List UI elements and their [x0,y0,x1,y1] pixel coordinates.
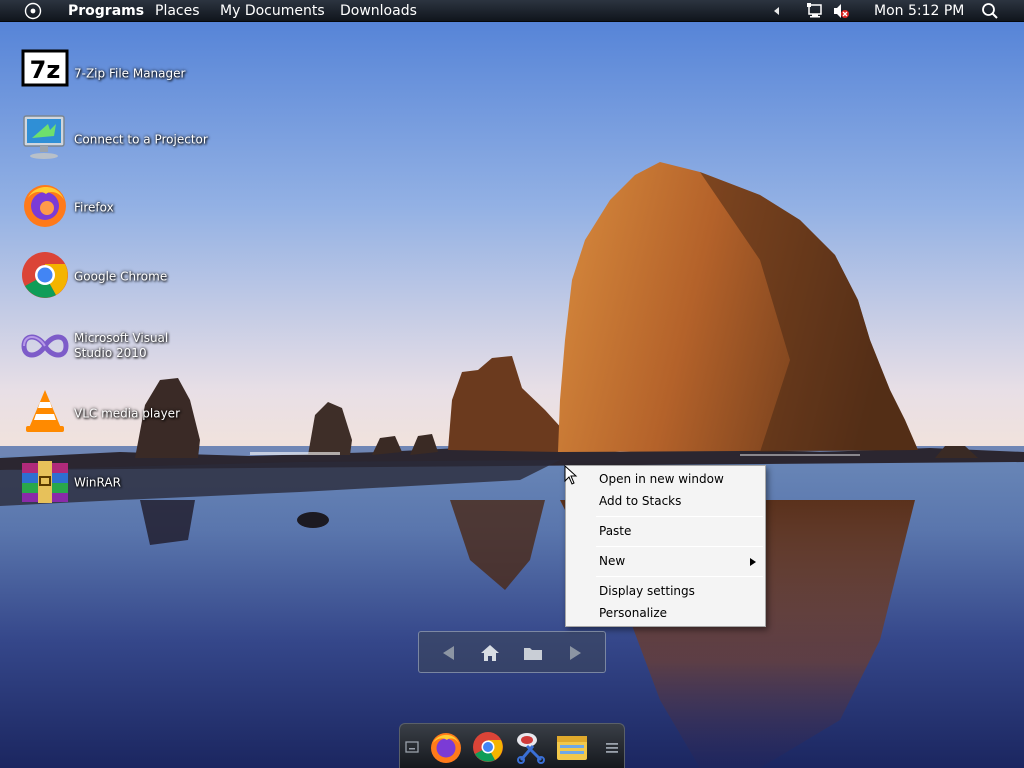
dock-menu-icon[interactable] [602,730,622,764]
desktop-icon-label: Microsoft Visual Studio 2010 [74,331,169,360]
volume-muted-icon[interactable] [832,2,850,20]
visual-studio-icon [21,334,69,358]
forward-arrow-icon[interactable] [564,642,586,664]
desktop-icon-label: 7-Zip File Manager [74,66,186,81]
folder-icon[interactable] [522,642,544,664]
menu-separator [596,576,763,577]
menu-programs[interactable]: Programs [68,0,144,22]
menu-item-new[interactable]: New [599,551,625,571]
chrome-icon [22,252,68,298]
desktop-icon-label: Google Chrome [74,269,168,284]
mouse-cursor-icon [564,465,578,485]
chrome-dock-icon[interactable] [471,730,505,764]
desktop-icon-projector[interactable]: Connect to a Projector [20,112,210,168]
submenu-arrow-icon [750,558,756,566]
firefox-icon [24,185,66,227]
winrar-icon [22,461,68,503]
menu-item-open-new-window[interactable]: Open in new window [599,469,724,489]
home-icon[interactable] [479,642,501,664]
menu-separator [596,516,763,517]
menu-item-personalize[interactable]: Personalize [599,603,667,623]
file-explorer-icon[interactable] [555,730,589,764]
desktop-icon-winrar[interactable]: WinRAR [20,455,210,511]
menu-item-add-to-stacks[interactable]: Add to Stacks [599,491,681,511]
desktop-icon-label: Firefox [74,200,114,215]
top-menu-bar: Programs Places My Documents Downloads M… [0,0,1024,22]
back-arrow-icon[interactable] [438,642,460,664]
desktop-icon-visual-studio[interactable]: Microsoft Visual Studio 2010 [20,318,210,374]
menu-my-documents[interactable]: My Documents [220,0,325,22]
firefox-dock-icon[interactable] [429,730,463,764]
desktop-icon-7zip[interactable]: 7z 7-Zip File Manager [20,46,210,102]
start-orb-icon[interactable] [24,2,42,20]
desktop-icon-label: VLC media player [74,406,181,421]
7zip-logo-text: 7z [30,56,61,84]
7zip-icon: 7z [21,49,69,87]
network-icon[interactable] [806,2,824,20]
dock-taskbar [399,723,625,768]
clock[interactable]: Mon 5:12 PM [874,0,964,22]
menu-downloads[interactable]: Downloads [340,0,417,22]
tray-expand-arrow-icon[interactable] [770,3,784,19]
menu-item-display-settings[interactable]: Display settings [599,581,695,601]
desktop-context-menu: Open in new window Add to Stacks Paste N… [565,465,766,627]
menu-separator [596,546,763,547]
menu-item-paste[interactable]: Paste [599,521,631,541]
snipping-tool-icon[interactable] [513,730,547,764]
desktop-icon-vlc[interactable]: VLC media player [20,386,210,442]
menu-places[interactable]: Places [155,0,200,22]
desktop-icon-label: WinRAR [74,475,121,490]
search-icon[interactable] [981,2,999,20]
show-desktop-icon[interactable] [402,730,422,764]
desktop-icon-firefox[interactable]: Firefox [20,180,210,236]
projector-icon [23,115,65,159]
navigation-pod [418,631,606,673]
vlc-icon [26,390,64,432]
desktop-icon-label: Connect to a Projector [74,132,208,147]
desktop-icon-chrome[interactable]: Google Chrome [20,249,210,305]
